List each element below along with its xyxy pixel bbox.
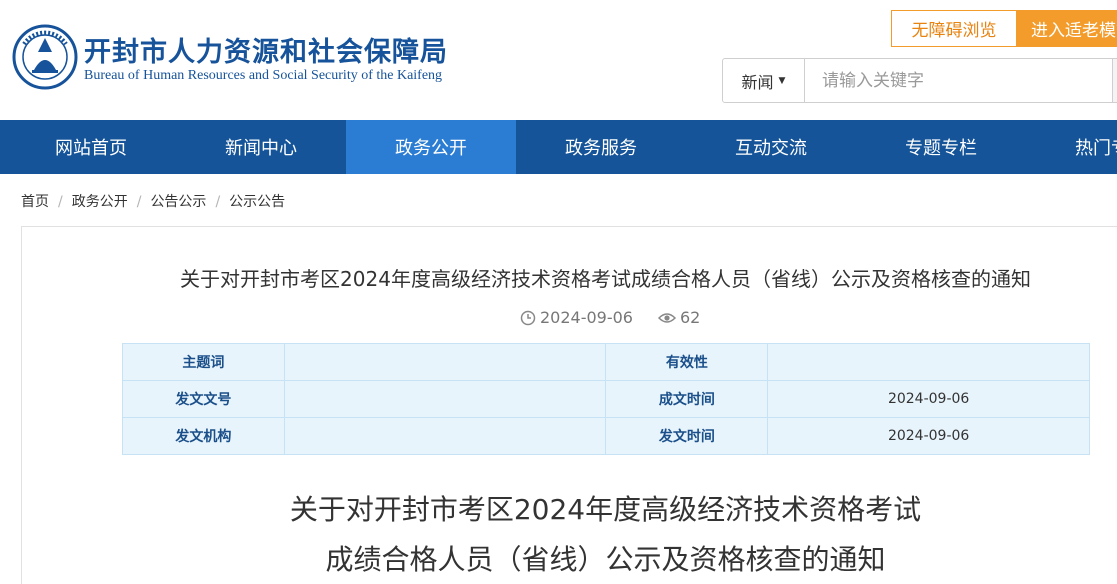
breadcrumb: 首页 / 政务公开 / 公告公示 / 公示公告: [21, 191, 285, 211]
eye-icon: [657, 312, 676, 323]
table-label: 有效性: [605, 343, 769, 381]
search-category-label: 新闻: [741, 72, 774, 92]
breadcrumb-gov-affairs[interactable]: 政务公开: [72, 194, 128, 210]
barrier-free-button[interactable]: 无障碍浏览: [891, 10, 1017, 47]
search-input[interactable]: [806, 59, 1112, 102]
nav-item-home[interactable]: 网站首页: [6, 120, 176, 174]
table-row: 发文机构 发文时间 2024-09-06: [122, 417, 1090, 455]
breadcrumb-separator: /: [136, 194, 142, 210]
search-category-select[interactable]: 新闻 ▼: [723, 59, 805, 102]
breadcrumb-public-notices[interactable]: 公示公告: [229, 194, 285, 210]
table-label: 成文时间: [605, 380, 769, 418]
breadcrumb-home[interactable]: 首页: [21, 194, 49, 210]
body-title-line: 成绩合格人员（省线）公示及资格核查的通知: [325, 543, 886, 576]
body-title-line: 关于对开封市考区2024年度高级经济技术资格考试: [289, 493, 922, 526]
table-value: [283, 417, 607, 455]
publish-date: 2024-09-06: [540, 308, 633, 327]
breadcrumb-announcements[interactable]: 公告公示: [150, 194, 206, 210]
nav-item-interaction[interactable]: 互动交流: [686, 120, 856, 174]
clock-icon: [520, 310, 536, 325]
nav-item-gov-services[interactable]: 政务服务: [516, 120, 686, 174]
site-title[interactable]: 开封市人力资源和社会保障局: [84, 30, 448, 69]
elder-mode-button[interactable]: 进入适老模式: [1017, 10, 1117, 47]
table-value: [283, 343, 607, 381]
nav-item-special-columns[interactable]: 专题专栏: [856, 120, 1026, 174]
table-value: [767, 343, 1090, 381]
nav-item-news[interactable]: 新闻中心: [176, 120, 346, 174]
article-title: 关于对开封市考区2024年度高级经济技术资格考试成绩合格人员（省线）公示及资格核…: [180, 267, 1031, 291]
view-count-value: 62: [679, 308, 701, 327]
table-value: 2024-09-06: [767, 417, 1090, 455]
table-row: 发文文号 成文时间 2024-09-06: [122, 380, 1090, 418]
table-value: [283, 380, 607, 418]
site-subtitle: Bureau of Human Resources and Social Sec…: [84, 68, 443, 83]
document-info-table: 主题词 有效性 发文文号 成文时间 2024-09-06 发文机构 发文时间 2…: [122, 343, 1090, 455]
nav-item-gov-affairs[interactable]: 政务公开: [346, 120, 516, 174]
table-label: 发文文号: [122, 380, 285, 418]
search-button[interactable]: [1112, 59, 1117, 102]
search-box: 新闻 ▼: [722, 58, 1117, 103]
caret-down-icon: ▼: [778, 75, 786, 86]
table-label: 主题词: [122, 343, 285, 381]
table-value: 2024-09-06: [767, 380, 1090, 418]
kaifeng-hrss-emblem-icon[interactable]: [12, 24, 78, 90]
view-count: 62: [657, 308, 701, 327]
site-header: 开封市人力资源和社会保障局 Bureau of Human Resources …: [0, 0, 1117, 120]
breadcrumb-separator: /: [58, 194, 63, 210]
article-meta: 2024-09-06 62: [520, 308, 700, 327]
table-label: 发文机构: [122, 417, 285, 455]
main-nav: 网站首页 新闻中心 政务公开 政务服务 互动交流 专题专栏 热门专题: [0, 120, 1117, 174]
article-body-title: 关于对开封市考区2024年度高级经济技术资格考试 成绩合格人员（省线）公示及资格…: [0, 485, 1117, 584]
table-row: 主题词 有效性: [122, 343, 1090, 381]
nav-item-hot-topics[interactable]: 热门专题: [1026, 120, 1117, 174]
breadcrumb-separator: /: [215, 194, 221, 210]
table-label: 发文时间: [605, 417, 769, 455]
